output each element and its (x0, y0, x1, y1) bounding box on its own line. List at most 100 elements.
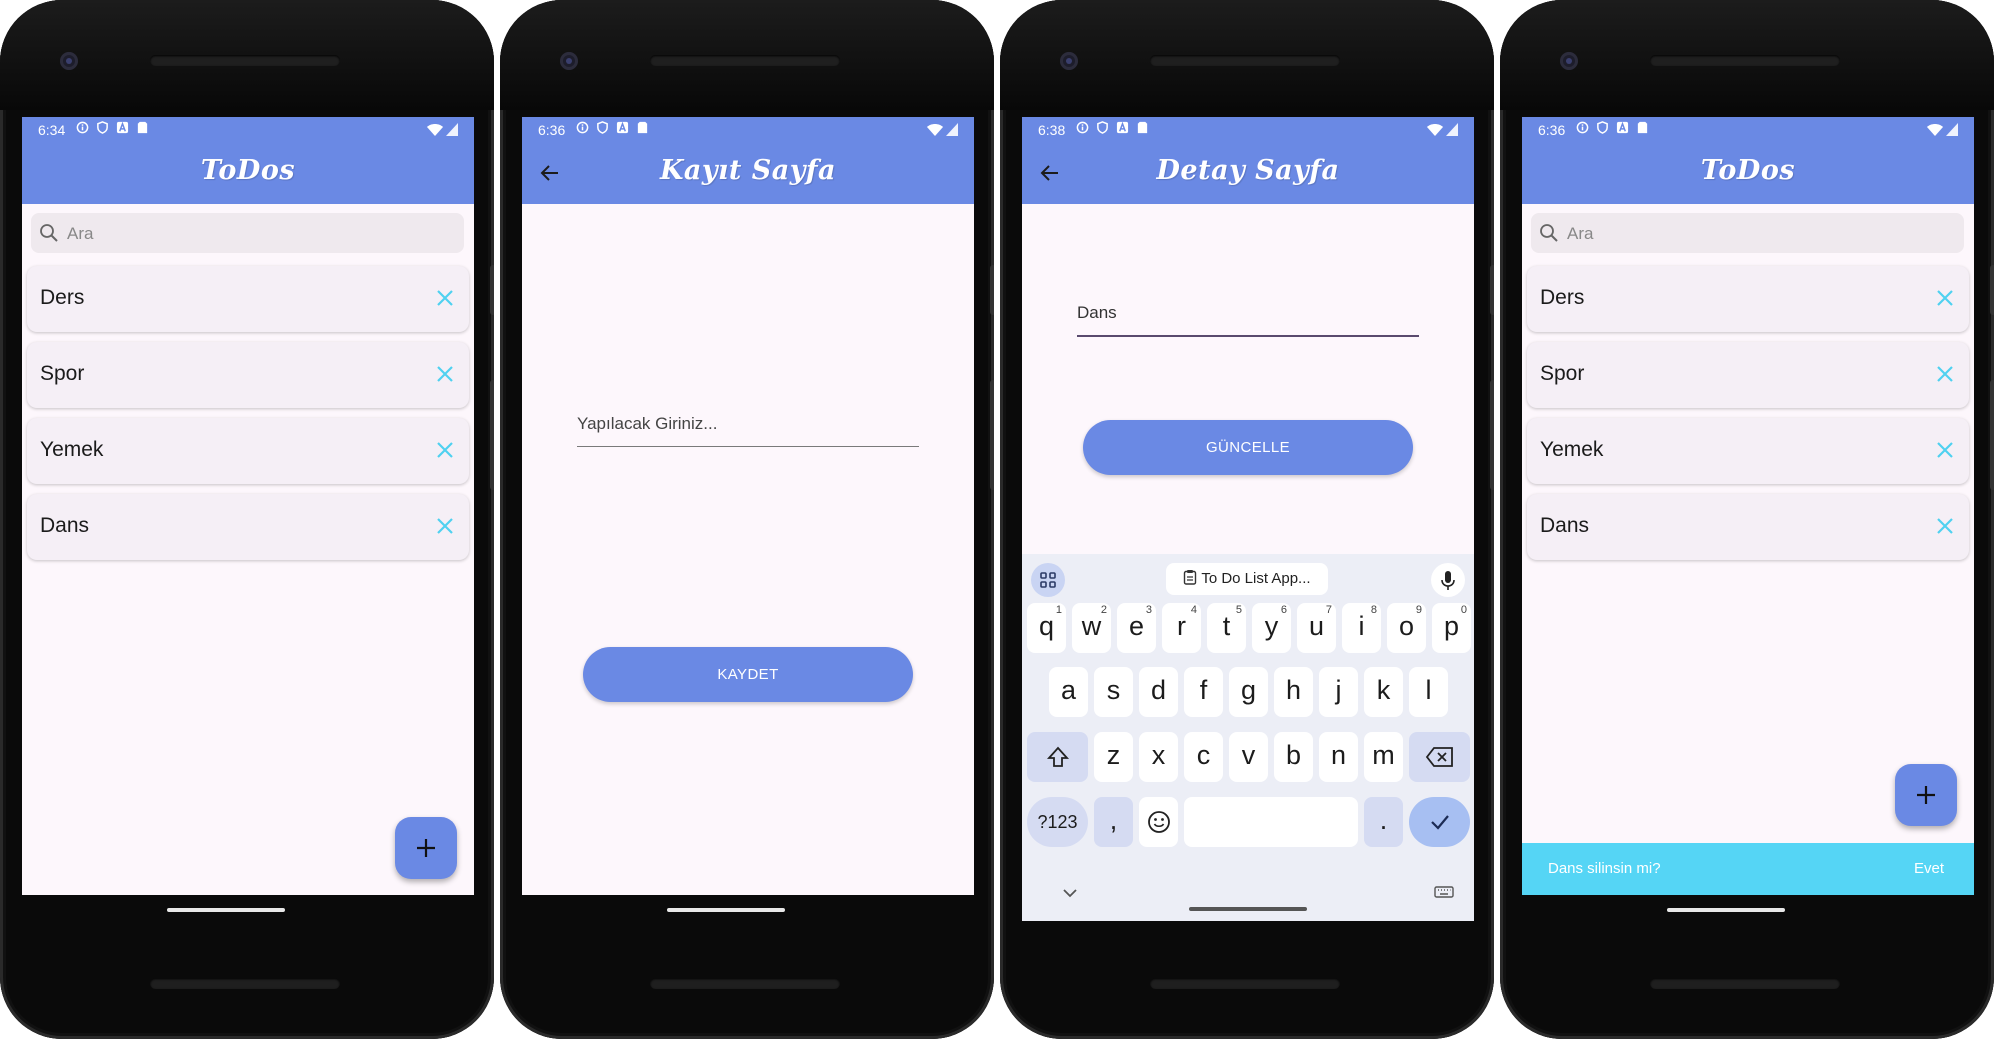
close-icon[interactable] (435, 516, 455, 536)
search-bar[interactable] (1531, 213, 1964, 255)
todo-item[interactable]: Ders (1527, 266, 1969, 332)
key-number: 5 (1235, 604, 1242, 616)
plus-icon (417, 839, 435, 857)
key-q[interactable]: q1 (1027, 603, 1066, 653)
key-letter: q (1038, 611, 1055, 641)
search-bar[interactable] (31, 213, 464, 255)
close-icon[interactable] (435, 288, 455, 308)
key-h[interactable]: h (1274, 667, 1313, 717)
screen: 6:34 ToDos Ders Spor (22, 117, 474, 895)
key-w[interactable]: w2 (1072, 603, 1111, 653)
key-y[interactable]: y6 (1252, 603, 1291, 653)
status-right (927, 123, 958, 137)
wifi-icon (927, 124, 943, 136)
todo-item[interactable]: Dans (1527, 494, 1969, 560)
key-d[interactable]: d (1139, 667, 1178, 717)
todo-label: Yemek (40, 438, 104, 461)
key-m[interactable]: m (1364, 732, 1403, 782)
sim-icon (637, 121, 648, 134)
key-f[interactable]: f (1184, 667, 1223, 717)
mic-icon[interactable] (1431, 563, 1465, 597)
close-icon[interactable] (435, 364, 455, 384)
key-k[interactable]: k (1364, 667, 1403, 717)
todo-item[interactable]: Ders (27, 266, 469, 332)
phone-todos-list: 6:34 ToDos Ders Spor (0, 0, 494, 1039)
key-i[interactable]: i8 (1342, 603, 1381, 653)
key-letter: t (1222, 611, 1231, 641)
key-x[interactable]: x (1139, 732, 1178, 782)
shield-icon (597, 121, 608, 134)
key-j[interactable]: j (1319, 667, 1358, 717)
shift-icon (1046, 746, 1069, 767)
home-indicator[interactable] (667, 908, 785, 912)
key-letter: p (1443, 611, 1460, 641)
save-button[interactable]: KAYDET (583, 647, 913, 702)
screen: 6:38 Detay Sayfa GÜNCELLE (1022, 117, 1474, 921)
key-z[interactable]: z (1094, 732, 1133, 782)
todo-input[interactable] (1077, 303, 1419, 335)
key-o[interactable]: o9 (1387, 603, 1426, 653)
key-p[interactable]: p0 (1432, 603, 1471, 653)
signal-icon (946, 123, 958, 136)
space-key[interactable] (1184, 797, 1358, 847)
symbols-key[interactable]: ?123 (1027, 797, 1088, 847)
key-g[interactable]: g (1229, 667, 1268, 717)
key-t[interactable]: t5 (1207, 603, 1246, 653)
earpiece-speaker (1150, 55, 1340, 66)
key-a[interactable]: a (1049, 667, 1088, 717)
backspace-key[interactable] (1409, 732, 1470, 782)
key-s[interactable]: s (1094, 667, 1133, 717)
key-e[interactable]: e3 (1117, 603, 1156, 653)
todo-field[interactable] (577, 414, 919, 447)
on-screen-keyboard: To Do List App... q1 w2 e3 r4 t5 y6 u7 i… (1022, 554, 1474, 921)
home-indicator[interactable] (1667, 908, 1785, 912)
key-letter: y (1264, 611, 1279, 641)
close-icon[interactable] (1935, 516, 1955, 536)
bottom-speaker (650, 978, 840, 989)
search-input[interactable] (1565, 213, 1949, 255)
key-n[interactable]: n (1319, 732, 1358, 782)
chevron-down-icon[interactable] (1062, 888, 1078, 898)
earpiece-speaker (150, 55, 340, 66)
key-r[interactable]: r4 (1162, 603, 1201, 653)
todo-item[interactable]: Yemek (1527, 418, 1969, 484)
todo-item[interactable]: Spor (27, 342, 469, 408)
todo-label: Yemek (1540, 438, 1604, 461)
todo-field[interactable] (1077, 303, 1419, 337)
sim-icon (1637, 121, 1648, 134)
close-icon[interactable] (435, 440, 455, 460)
search-input[interactable] (65, 213, 449, 255)
add-todo-button[interactable] (395, 817, 457, 879)
snackbar-confirm-button[interactable]: Evet (1914, 860, 1944, 877)
key-letter: w (1081, 611, 1102, 641)
close-icon[interactable] (1935, 288, 1955, 308)
todo-item[interactable]: Dans (27, 494, 469, 560)
emoji-key[interactable] (1139, 797, 1178, 847)
todo-input[interactable] (577, 414, 919, 446)
key-v[interactable]: v (1229, 732, 1268, 782)
enter-key[interactable] (1409, 797, 1470, 847)
key-l[interactable]: l (1409, 667, 1448, 717)
key-c[interactable]: c (1184, 732, 1223, 782)
info-icon (1076, 121, 1089, 134)
shift-key[interactable] (1027, 732, 1088, 782)
signal-icon (1446, 123, 1458, 136)
todo-item[interactable]: Yemek (27, 418, 469, 484)
home-indicator[interactable] (167, 908, 285, 912)
todo-label: Spor (1540, 362, 1585, 385)
close-icon[interactable] (1935, 364, 1955, 384)
status-bar: 6:34 (22, 117, 474, 143)
screen: 6:36 ToDos Ders Spor (1522, 117, 1974, 895)
todo-item[interactable]: Spor (1527, 342, 1969, 408)
close-icon[interactable] (1935, 440, 1955, 460)
comma-key[interactable]: , (1094, 797, 1133, 847)
add-todo-button[interactable] (1895, 764, 1957, 826)
key-b[interactable]: b (1274, 732, 1313, 782)
period-key[interactable]: . (1364, 797, 1403, 847)
home-indicator[interactable] (1189, 907, 1307, 911)
key-u[interactable]: u7 (1297, 603, 1336, 653)
clipboard-suggestion-chip[interactable]: To Do List App... (1166, 563, 1328, 595)
update-button[interactable]: GÜNCELLE (1083, 420, 1413, 475)
apps-grid-icon[interactable] (1031, 563, 1065, 597)
keyboard-icon[interactable] (1434, 886, 1454, 898)
